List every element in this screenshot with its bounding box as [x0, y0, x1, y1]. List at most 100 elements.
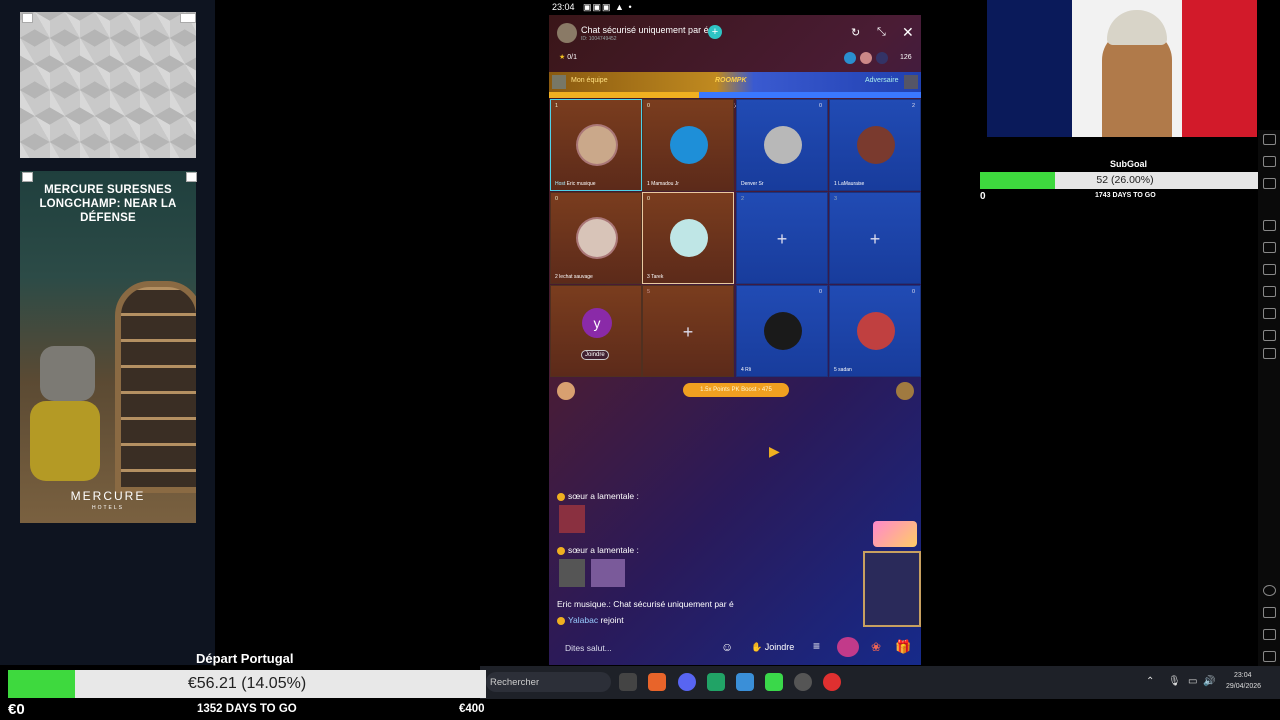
share-icon[interactable]: ↻ [851, 26, 860, 39]
ad-info-icon[interactable] [186, 172, 197, 182]
raise-hand-button[interactable]: ✋ Joindre [751, 642, 794, 653]
seat-7-empty[interactable]: 2 + [736, 192, 828, 284]
ad-title: MERCURE SURESNES LONGCHAMP: NEAR LA DÉFE… [39, 184, 177, 224]
volume-icon[interactable]: 🔊 [1203, 676, 1215, 687]
ad-banner-hotel[interactable]: MERCURE SURESNES LONGCHAMP: NEAR LA DÉFE… [20, 171, 196, 523]
emulator-icon[interactable] [736, 673, 754, 691]
chat-user[interactable]: sœur a lamentale : [568, 545, 639, 555]
star-icon: ★ [559, 54, 566, 61]
toolbar-icon[interactable] [1263, 348, 1276, 359]
opponent-avatar[interactable] [904, 75, 918, 89]
ad-choices-icon[interactable] [22, 172, 33, 182]
rose-icon[interactable]: ❀ [871, 640, 881, 654]
home-icon[interactable] [1263, 629, 1276, 640]
join-seat-button[interactable]: Joindre [581, 350, 609, 360]
seat-12[interactable]: 0 5 sadan [829, 285, 921, 377]
close-icon[interactable]: ✕ [902, 24, 914, 41]
back-icon[interactable] [1263, 607, 1276, 618]
viewer-avatar[interactable] [844, 52, 856, 64]
seat-10-empty[interactable]: 5 + [642, 285, 734, 377]
viewer-avatar[interactable] [876, 52, 888, 64]
obs-icon[interactable] [794, 673, 812, 691]
gift-icon[interactable]: 🎁 [895, 639, 911, 655]
seat-count: 0 [555, 196, 559, 202]
room-title: Chat sécurisé uniquement par é [581, 25, 709, 35]
ad-chair-image [40, 346, 95, 401]
pk-game-icon[interactable] [837, 637, 859, 657]
chat-sticker[interactable] [559, 505, 585, 533]
chat-user[interactable]: Yalabac [568, 615, 598, 625]
ad-close-icon[interactable] [180, 13, 196, 23]
chat-input[interactable]: Dites salut... [565, 643, 612, 653]
seat-9[interactable]: y Joindre [550, 285, 642, 377]
event-card[interactable] [863, 551, 921, 627]
chat-sticker[interactable] [591, 559, 625, 587]
chat-message: sœur a lamentale : [557, 545, 639, 555]
taskbar-date[interactable]: 29/04/2026 [1226, 683, 1261, 690]
recent-apps-icon[interactable] [1263, 651, 1276, 662]
stars-badge[interactable]: ★ 0/1 [559, 53, 577, 61]
chat-text: Eric musique.: Chat sécurisé uniquement … [557, 599, 734, 609]
add-icon: + [682, 322, 694, 342]
seat-8-empty[interactable]: 3 + [829, 192, 921, 284]
opponent-label: Adversaire [865, 77, 899, 84]
minimize-icon[interactable]: ⤡ [877, 26, 886, 39]
toolbar-icon[interactable] [1263, 308, 1276, 319]
tray-chevron-icon[interactable]: ⌃ [1146, 676, 1154, 687]
seat-4[interactable]: 2 1 LaMauraise [829, 99, 921, 191]
pk-gift-banner[interactable] [873, 521, 917, 547]
ad-banner-top[interactable] [20, 12, 196, 158]
seat-slot: 4 [741, 367, 744, 373]
chat-user[interactable]: sœur a lamentale : [568, 491, 639, 501]
team-right-avatar[interactable] [896, 382, 914, 400]
seat-name-text: lechat sauvage [559, 274, 593, 280]
chat-sticker[interactable] [559, 559, 585, 587]
toolbar-icon[interactable] [1263, 242, 1276, 253]
brave-icon[interactable] [648, 673, 666, 691]
host-tag: Host [555, 181, 566, 187]
toolbar-icon[interactable] [1263, 156, 1276, 167]
youtube-icon[interactable] [823, 673, 841, 691]
viewer-count[interactable]: 126 [900, 54, 912, 61]
toolbar-icon[interactable] [1263, 330, 1276, 341]
seat-count: 1 [555, 103, 559, 109]
seat-1[interactable]: 1 Host Eric musique [550, 99, 642, 191]
seat-11[interactable]: 0 4 Rli [736, 285, 828, 377]
room-avatar[interactable] [557, 23, 577, 43]
pk-logo: ROOMPK [715, 77, 747, 84]
seat-avatar [764, 126, 802, 164]
ad-shelf-image [115, 281, 196, 493]
follow-button[interactable]: + [708, 25, 722, 39]
streamer [1102, 30, 1172, 137]
ad-brand: MERCURE [70, 489, 146, 503]
add-icon: + [869, 229, 881, 249]
toolbar-icon[interactable] [1263, 134, 1276, 145]
seat-count: 0 [818, 103, 822, 109]
seat-6[interactable]: 0 3 Tarek [642, 192, 734, 284]
room-id: ID: 1004749452 [581, 36, 617, 42]
toolbar-icon[interactable] [1263, 264, 1276, 275]
chat-message: Yalabac rejoint [557, 615, 624, 625]
excel-icon[interactable] [707, 673, 725, 691]
seat-5[interactable]: 0 2 lechat sauvage [550, 192, 642, 284]
seat-2[interactable]: 0 1 Mamadou Jr [642, 99, 734, 191]
pk-boost-badge[interactable]: 1.5x Points PK Boost › 475 [683, 383, 789, 397]
discord-icon[interactable] [678, 673, 696, 691]
ad-choices-icon[interactable] [22, 13, 33, 23]
taskbar-time[interactable]: 23:04 [1234, 672, 1252, 679]
seat-3[interactable]: 0 Denver Sr [736, 99, 828, 191]
task-view-icon[interactable] [619, 673, 637, 691]
play-icon[interactable] [765, 673, 783, 691]
settings-icon[interactable] [1263, 585, 1276, 596]
my-team-avatar[interactable] [552, 75, 566, 89]
toolbar-icon[interactable] [1263, 286, 1276, 297]
viewer-avatar[interactable] [860, 52, 872, 64]
emoji-icon[interactable]: ☺ [721, 640, 733, 654]
menu-icon[interactable]: ≡ [813, 639, 820, 653]
toolbar-icon[interactable] [1263, 178, 1276, 189]
microphone-icon[interactable]: 🎙 [1168, 676, 1181, 687]
network-icon[interactable]: ▭ [1188, 676, 1197, 687]
team-left-avatar[interactable] [557, 382, 575, 400]
toolbar-icon[interactable] [1263, 220, 1276, 231]
seat-avatar: y [582, 308, 612, 338]
